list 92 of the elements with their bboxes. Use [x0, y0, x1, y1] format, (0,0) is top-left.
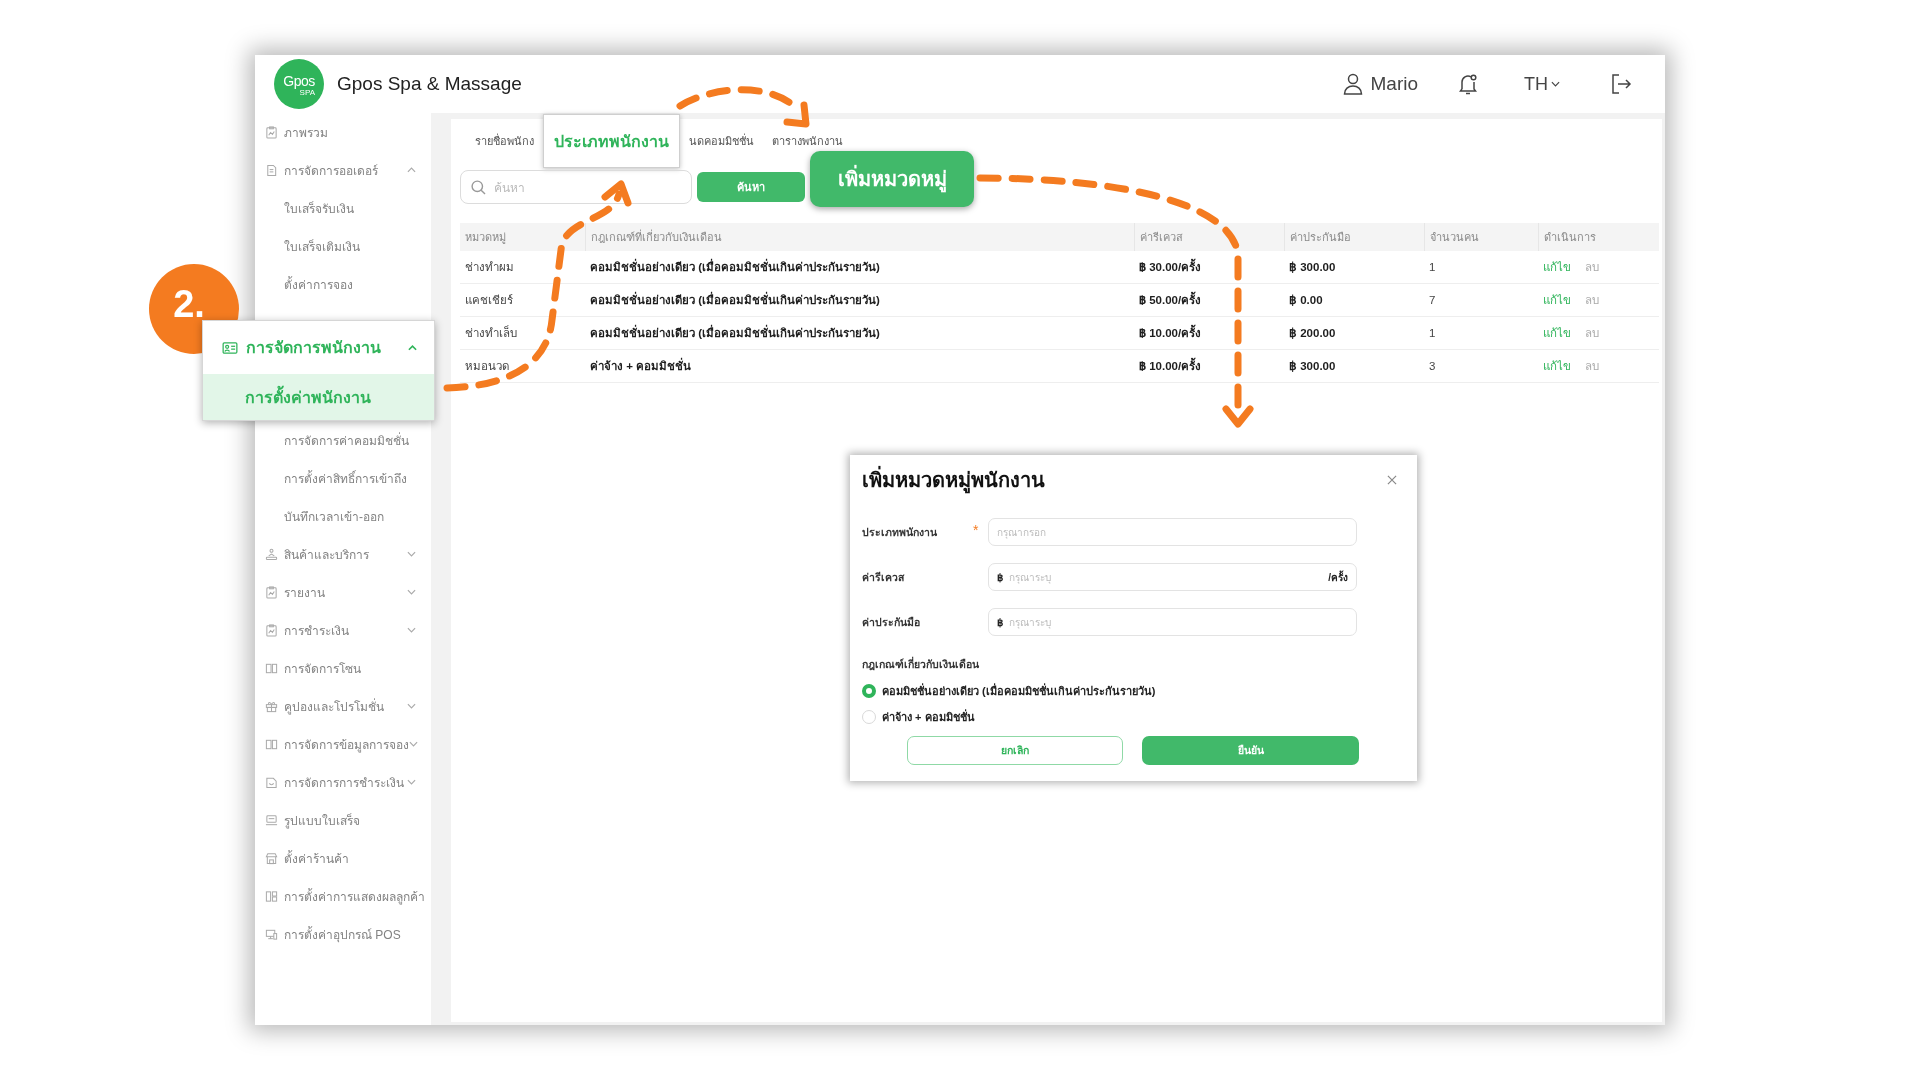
- sidebar-item[interactable]: การจัดการออเดอร์: [255, 151, 431, 189]
- logout-icon[interactable]: [1610, 73, 1632, 95]
- sidebar-item[interactable]: การตั้งค่าอุปกรณ์ POS: [255, 915, 431, 953]
- sidebar-item[interactable]: การจัดการโซน: [255, 649, 431, 687]
- currency-symbol: ฿: [997, 571, 1003, 583]
- table-cell: ฿ 200.00: [1289, 327, 1336, 339]
- clipboard-chart-icon: [265, 623, 278, 637]
- radio-option[interactable]: ค่าจ้าง + คอมมิชชั่น: [862, 704, 1404, 730]
- tab[interactable]: นดคอมมิชชั่น: [680, 132, 763, 150]
- edit-link[interactable]: แก้ไข: [1543, 357, 1571, 375]
- column-header: กฎเกณฑ์ที่เกี่ยวกับเงินเดือน: [590, 231, 722, 243]
- confirm-button[interactable]: ยืนยัน: [1142, 736, 1359, 765]
- monitor-icon: [265, 927, 278, 941]
- laptop-icon: [265, 813, 278, 827]
- field-label: ประเภทพนักงาน: [862, 525, 938, 540]
- id-card-icon: [222, 339, 238, 356]
- tab[interactable]: ตารางพนักงาน: [763, 132, 852, 150]
- column-header: ค่าประกันมือ: [1289, 231, 1351, 243]
- table-cell: แคชเชียร์: [465, 294, 513, 306]
- table-cell: 1: [1429, 261, 1436, 273]
- delete-link[interactable]: ลบ: [1585, 357, 1599, 375]
- document-icon: [265, 163, 278, 177]
- required-mark: *: [973, 522, 979, 538]
- logo-text: Gpos: [283, 74, 315, 88]
- sidebar-item[interactable]: สินค้าและบริการ: [255, 535, 431, 573]
- chevron-down-icon: [1551, 81, 1560, 87]
- table-cell: ฿ 300.00: [1289, 360, 1336, 372]
- sidebar-subitem[interactable]: ใบเสร็จรับเงิน: [255, 189, 431, 227]
- sidebar-item[interactable]: คูปองและโปรโมชั่น: [255, 687, 431, 725]
- person-on-mat-icon: [265, 547, 278, 561]
- search-button[interactable]: ค้นหา: [697, 172, 805, 202]
- column-header: จำนวนคน: [1429, 231, 1479, 243]
- table-cell: ช่างทำเล็บ: [465, 327, 517, 339]
- table-cell: หมอนวด: [465, 360, 509, 372]
- edit-link[interactable]: แก้ไข: [1543, 324, 1571, 342]
- sidebar-subitem[interactable]: ตั้งค่าการจอง: [255, 265, 431, 303]
- input-field[interactable]: ฿ กรุณาระบุ /ครั้ง: [988, 563, 1357, 591]
- sidebar-item[interactable]: การตั้งค่าการแสดงผลลูกค้า: [255, 877, 431, 915]
- sidebar-item[interactable]: การจัดการการชำระเงิน: [255, 763, 431, 801]
- sidebar-subitem[interactable]: การจัดการค่าคอมมิชชั่น: [255, 421, 431, 459]
- column-header: ค่ารีเควส: [1139, 231, 1183, 243]
- layout-icon: [265, 889, 278, 903]
- tab[interactable]: รายชื่อพนักง: [466, 132, 543, 150]
- edit-link[interactable]: แก้ไข: [1543, 258, 1571, 276]
- gift-icon: [265, 699, 278, 713]
- add-category-button[interactable]: เพิ่มหมวดหมู่: [810, 151, 974, 207]
- app-title: Gpos Spa & Massage: [337, 73, 522, 95]
- logo-subtext: SPA: [299, 89, 315, 97]
- tab[interactable]: ประเภทพนักงาน: [543, 114, 680, 168]
- field-label: ค่าประกันมือ: [862, 615, 921, 630]
- input-field[interactable]: ฿ กรุณาระบุ: [988, 608, 1357, 636]
- split-panel-icon: [265, 661, 278, 675]
- column-header: หมวดหมู่: [465, 231, 506, 243]
- cancel-button[interactable]: ยกเลิก: [907, 736, 1123, 765]
- sidebar-item[interactable]: รายงาน: [255, 573, 431, 611]
- clipboard-chart-icon: [265, 585, 278, 599]
- sidebar-item[interactable]: ภาพรวม: [255, 113, 431, 151]
- delete-link[interactable]: ลบ: [1585, 291, 1599, 309]
- field-label: ค่ารีเควส: [862, 570, 906, 585]
- table-cell: 1: [1429, 327, 1436, 339]
- table-cell: ช่างทำผม: [465, 261, 514, 273]
- sidebar-subitem[interactable]: การตั้งค่าสิทธิ์การเข้าถึง: [255, 459, 431, 497]
- sidebar-item[interactable]: รูปแบบใบเสร็จ: [255, 801, 431, 839]
- user-icon: [1343, 73, 1364, 95]
- sidebar-subitem[interactable]: ใบเสร็จเติมเงิน: [255, 227, 431, 265]
- dialog-title: เพิ่มหมวดหมู่พนักงาน: [862, 464, 1045, 496]
- radio-option[interactable]: คอมมิชชั่นอย่างเดียว (เมื่อคอมมิชชั่นเกินค่าประกันรายวัน): [862, 678, 1404, 704]
- edit-link[interactable]: แก้ไข: [1543, 291, 1571, 309]
- language-selector[interactable]: TH: [1524, 73, 1560, 95]
- bell-icon[interactable]: [1458, 73, 1478, 95]
- table-cell: ฿ 0.00: [1289, 294, 1323, 306]
- search-icon: [471, 179, 486, 195]
- unit-suffix: /ครั้ง: [1328, 569, 1348, 585]
- close-icon[interactable]: [1387, 475, 1397, 485]
- sidebar-item[interactable]: การจัดการข้อมูลการจอง: [255, 725, 431, 763]
- sidebar-subitem[interactable]: การตั้งค่าพนักงาน: [203, 374, 434, 420]
- clipboard-chart-icon: [265, 125, 278, 139]
- delete-link[interactable]: ลบ: [1585, 324, 1599, 342]
- currency-symbol: ฿: [997, 616, 1003, 628]
- table-cell: ฿ 300.00: [1289, 261, 1336, 273]
- field-label: กฎเกณฑ์เกี่ยวกับเงินเดือน: [862, 656, 980, 673]
- table-cell: 7: [1429, 294, 1436, 306]
- split-panel-icon: [265, 737, 278, 751]
- store-icon: [265, 851, 278, 865]
- sidebar-item[interactable]: ตั้งค่าร้านค้า: [255, 839, 431, 877]
- sidebar-subitem[interactable]: บันทึกเวลาเข้า-ออก: [255, 497, 431, 535]
- table-cell: 3: [1429, 360, 1436, 372]
- user-menu[interactable]: Mario: [1343, 73, 1418, 95]
- delete-link[interactable]: ลบ: [1585, 258, 1599, 276]
- sidebar-item[interactable]: การชำระเงิน: [255, 611, 431, 649]
- column-header: ดำเนินการ: [1543, 231, 1596, 243]
- document-icon: [265, 775, 278, 789]
